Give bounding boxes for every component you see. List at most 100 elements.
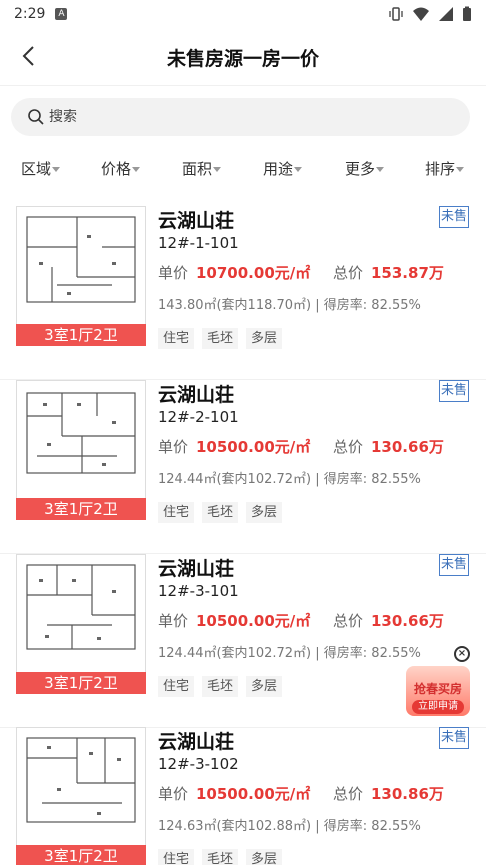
- area-value: 124.44㎡(套内102.72㎡): [158, 472, 312, 487]
- listing-card[interactable]: 3室1厅2卫 云湖山荘 12#-1-101 未售 单价 10700.00元/㎡ …: [0, 206, 486, 380]
- area-info: 124.44㎡(套内102.72㎡) | 得房率: 82.55%: [158, 472, 421, 487]
- total-price-label: 总价: [333, 785, 364, 803]
- status-tag: 未售: [439, 554, 469, 576]
- page-title: 未售房源一房一价: [166, 48, 319, 70]
- status-bar: 2:29 A: [0, 0, 486, 28]
- tag: 住宅: [158, 849, 195, 865]
- area-info: 124.63㎡(套内102.88㎡) | 得房率: 82.55%: [158, 819, 421, 834]
- apply-now-button[interactable]: 立即申请: [412, 700, 464, 714]
- tag-list: 住宅 毛坯 多层: [158, 849, 283, 865]
- price-row: 单价 10700.00元/㎡ 总价 153.87万: [158, 261, 478, 283]
- tag: 毛坯: [202, 502, 239, 523]
- wifi-icon: [413, 7, 429, 21]
- app-indicator-icon: A: [55, 8, 68, 20]
- tag: 多层: [246, 849, 283, 865]
- caret-down-icon: [456, 167, 465, 172]
- signal-icon: [439, 7, 453, 21]
- unit-code: 12#-1-101: [158, 234, 239, 252]
- search-icon: [28, 109, 44, 125]
- battery-icon: [463, 6, 471, 21]
- filter-district[interactable]: 区域: [21, 158, 61, 179]
- listing-title: 云湖山荘: [158, 731, 235, 753]
- tag: 住宅: [158, 676, 195, 697]
- area-info: 124.44㎡(套内102.72㎡) | 得房率: 82.55%: [158, 646, 421, 661]
- caret-down-icon: [213, 167, 222, 172]
- tag: 毛坯: [202, 676, 239, 697]
- listing-card[interactable]: 3室1厅2卫 云湖山荘 12#-2-101 未售 单价 10500.00元/㎡ …: [0, 380, 486, 554]
- room-layout-badge: 3室1厅2卫: [16, 324, 146, 346]
- unit-price-label: 单价: [158, 264, 189, 282]
- total-price: 130.66万: [371, 612, 444, 630]
- unit-code: 12#-3-102: [158, 755, 239, 773]
- filter-bar: 区域 价格 面积 用途 更多 排序: [0, 152, 486, 184]
- search-bar[interactable]: [11, 98, 470, 136]
- ratio-value: 得房率: 82.55%: [323, 472, 421, 487]
- status-time: 2:29: [14, 6, 46, 22]
- tag: 多层: [246, 328, 283, 349]
- total-price-label: 总价: [333, 438, 364, 456]
- filter-label: 用途: [263, 160, 294, 178]
- search-input[interactable]: [49, 109, 429, 125]
- vibrate-icon: [389, 7, 403, 21]
- total-price-label: 总价: [333, 612, 364, 630]
- tag: 毛坯: [202, 328, 239, 349]
- filter-sort[interactable]: 排序: [425, 158, 465, 179]
- unit-price: 10500.00元/㎡: [196, 785, 311, 803]
- area-value: 124.63㎡(套内102.88㎡): [158, 819, 312, 834]
- room-layout-badge: 3室1厅2卫: [16, 498, 146, 520]
- total-price: 130.66万: [371, 438, 444, 456]
- unit-price: 10500.00元/㎡: [196, 612, 311, 630]
- tag: 多层: [246, 502, 283, 523]
- filter-price[interactable]: 价格: [101, 158, 141, 179]
- listing-title: 云湖山荘: [158, 210, 235, 232]
- tag-list: 住宅 毛坯 多层: [158, 328, 283, 349]
- tag: 住宅: [158, 328, 195, 349]
- status-tag: 未售: [439, 380, 469, 402]
- listing-card[interactable]: 3室1厅2卫 云湖山荘 12#-3-102 未售 单价 10500.00元/㎡ …: [0, 727, 486, 865]
- price-row: 单价 10500.00元/㎡ 总价 130.66万: [158, 609, 478, 631]
- caret-down-icon: [376, 167, 385, 172]
- tag: 毛坯: [202, 849, 239, 865]
- price-row: 单价 10500.00元/㎡ 总价 130.86万: [158, 782, 478, 804]
- app-header: 未售房源一房一价: [0, 28, 486, 86]
- total-price: 153.87万: [371, 264, 444, 282]
- room-layout-badge: 3室1厅2卫: [16, 672, 146, 694]
- promo-widget[interactable]: × 抢春买房 立即申请: [404, 646, 474, 720]
- caret-down-icon: [132, 167, 141, 172]
- close-icon[interactable]: ×: [454, 646, 470, 662]
- promo-text: 抢春买房: [413, 682, 462, 696]
- area-value: 143.80㎡(套内118.70㎡): [158, 298, 312, 313]
- unit-price-label: 单价: [158, 785, 189, 803]
- total-price-label: 总价: [333, 264, 364, 282]
- total-price: 130.86万: [371, 785, 444, 803]
- filter-label: 面积: [182, 160, 213, 178]
- listing-title: 云湖山荘: [158, 384, 235, 406]
- status-tag: 未售: [439, 727, 469, 749]
- ratio-value: 得房率: 82.55%: [323, 819, 421, 834]
- filter-label: 更多: [345, 160, 376, 178]
- unit-code: 12#-2-101: [158, 408, 239, 426]
- promo-banner[interactable]: 抢春买房 立即申请: [406, 666, 470, 716]
- unit-price: 10500.00元/㎡: [196, 438, 311, 456]
- unit-price-label: 单价: [158, 612, 189, 630]
- caret-down-icon: [294, 167, 303, 172]
- tag: 住宅: [158, 502, 195, 523]
- ratio-value: 得房率: 82.55%: [323, 298, 421, 313]
- unit-price: 10700.00元/㎡: [196, 264, 311, 282]
- unit-price-label: 单价: [158, 438, 189, 456]
- price-row: 单价 10500.00元/㎡ 总价 130.66万: [158, 435, 478, 457]
- filter-more[interactable]: 更多: [345, 158, 385, 179]
- area-info: 143.80㎡(套内118.70㎡) | 得房率: 82.55%: [158, 298, 421, 313]
- filter-area[interactable]: 面积: [182, 158, 222, 179]
- filter-usage[interactable]: 用途: [263, 158, 303, 179]
- unit-code: 12#-3-101: [158, 582, 239, 600]
- room-layout-badge: 3室1厅2卫: [16, 845, 146, 865]
- listing-title: 云湖山荘: [158, 558, 235, 580]
- filter-label: 价格: [101, 160, 132, 178]
- tag-list: 住宅 毛坯 多层: [158, 676, 283, 697]
- caret-down-icon: [52, 167, 61, 172]
- tag-list: 住宅 毛坯 多层: [158, 502, 283, 523]
- filter-label: 排序: [425, 160, 456, 178]
- status-icons: [388, 6, 472, 22]
- filter-label: 区域: [21, 160, 52, 178]
